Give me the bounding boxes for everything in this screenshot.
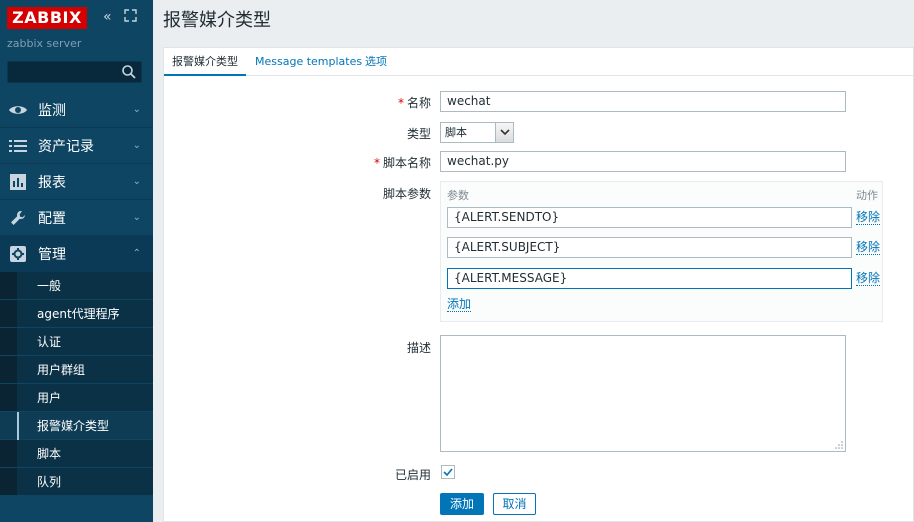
zabbix-logo[interactable]: ZABBIX xyxy=(7,7,87,29)
chevron-down-icon: ⌄ xyxy=(132,212,141,223)
description-textarea[interactable] xyxy=(440,335,846,452)
submenu-item-media-types[interactable]: 报警媒介类型 xyxy=(0,412,153,440)
chevron-up-icon: ⌃ xyxy=(132,248,141,259)
nav-item-reports[interactable]: 报表 ⌄ xyxy=(0,164,153,200)
params-column-header: 参数 xyxy=(447,189,469,202)
enabled-checkbox[interactable] xyxy=(441,465,455,479)
chevron-down-icon: ⌄ xyxy=(132,104,141,115)
required-marker: * xyxy=(397,96,404,110)
cancel-button[interactable]: 取消 xyxy=(493,493,536,515)
script-name-label: * 脚本名称 xyxy=(373,156,431,170)
submenu-item-authentication[interactable]: 认证 xyxy=(0,328,153,356)
nav-label: 监测 xyxy=(38,102,66,119)
description-label: 描述 xyxy=(406,341,431,355)
gear-icon xyxy=(8,244,28,264)
page-title: 报警媒介类型 xyxy=(163,10,271,31)
check-icon xyxy=(443,468,453,476)
submenu-item-user-groups[interactable]: 用户群组 xyxy=(0,356,153,384)
form-panel: 报警媒介类型 Message templates 选项 * 名称 wechat 类… xyxy=(163,47,914,522)
nav-label: 管理 xyxy=(38,246,66,263)
add-button[interactable]: 添加 xyxy=(440,493,484,515)
remove-param-link[interactable]: 移除 xyxy=(856,240,881,255)
submenu-item-scripts[interactable]: 脚本 xyxy=(0,440,153,468)
name-label: * 名称 xyxy=(397,96,431,110)
main-nav: 监测 ⌄ 资产记录 ⌄ 报表 ⌄ 配置 ⌄ 管理 ⌃ 一般 agent代理程序 … xyxy=(0,92,153,496)
param-input[interactable]: {ALERT.SUBJECT} xyxy=(447,237,852,258)
nav-label: 报表 xyxy=(38,174,66,191)
add-param-link[interactable]: 添加 xyxy=(447,297,472,312)
nav-item-monitoring[interactable]: 监测 ⌄ xyxy=(0,92,153,128)
wrench-icon xyxy=(8,208,28,228)
required-marker: * xyxy=(373,156,380,170)
script-name-input[interactable]: wechat.py xyxy=(440,151,846,172)
sidebar: ZABBIX « zabbix server 监测 ⌄ 资产记录 ⌄ 报表 ⌄ … xyxy=(0,0,153,522)
remove-param-link[interactable]: 移除 xyxy=(856,210,881,225)
name-input[interactable]: wechat xyxy=(440,91,846,112)
eye-icon xyxy=(8,100,28,120)
type-select[interactable]: 脚本 xyxy=(440,122,514,143)
param-input[interactable]: {ALERT.SENDTO} xyxy=(447,207,852,228)
submenu-item-users[interactable]: 用户 xyxy=(0,384,153,412)
search-icon[interactable] xyxy=(121,64,137,80)
submenu-item-proxies[interactable]: agent代理程序 xyxy=(0,300,153,328)
remove-param-link[interactable]: 移除 xyxy=(856,271,881,286)
tab-options[interactable]: 选项 xyxy=(357,48,395,76)
actions-column-header: 动作 xyxy=(856,189,878,202)
script-params-label: 脚本参数 xyxy=(382,187,431,201)
bar-chart-icon xyxy=(8,172,28,192)
sidebar-search-input[interactable] xyxy=(7,61,142,83)
nav-item-configuration[interactable]: 配置 ⌄ xyxy=(0,200,153,236)
enabled-label: 已启用 xyxy=(394,468,431,482)
param-input[interactable]: {ALERT.MESSAGE} xyxy=(447,268,852,289)
chevron-down-icon: ⌄ xyxy=(132,176,141,187)
type-label: 类型 xyxy=(406,127,431,141)
tab-bar: 报警媒介类型 Message templates 选项 xyxy=(164,48,914,76)
type-select-value: 脚本 xyxy=(445,126,467,139)
list-icon xyxy=(8,136,28,156)
collapse-sidebar-icon[interactable]: « xyxy=(103,9,112,25)
admin-submenu: 一般 agent代理程序 认证 用户群组 用户 报警媒介类型 脚本 队列 xyxy=(0,272,153,496)
script-params-table: 参数 动作 {ALERT.SENDTO} 移除 {ALERT.SUBJECT} … xyxy=(440,181,883,322)
resize-handle-icon[interactable] xyxy=(835,441,843,449)
chevron-down-icon[interactable] xyxy=(495,123,513,142)
nav-label: 配置 xyxy=(38,210,66,227)
tab-message-templates[interactable]: Message templates xyxy=(247,48,370,76)
nav-label: 资产记录 xyxy=(38,138,94,155)
submenu-item-queue[interactable]: 队列 xyxy=(0,468,153,496)
kiosk-mode-icon[interactable] xyxy=(124,9,137,26)
chevron-down-icon: ⌄ xyxy=(132,140,141,151)
server-name: zabbix server xyxy=(7,37,82,50)
tab-media-type[interactable]: 报警媒介类型 xyxy=(164,48,246,76)
submenu-item-general[interactable]: 一般 xyxy=(0,272,153,300)
nav-item-administration[interactable]: 管理 ⌃ xyxy=(0,236,153,272)
nav-item-inventory[interactable]: 资产记录 ⌄ xyxy=(0,128,153,164)
